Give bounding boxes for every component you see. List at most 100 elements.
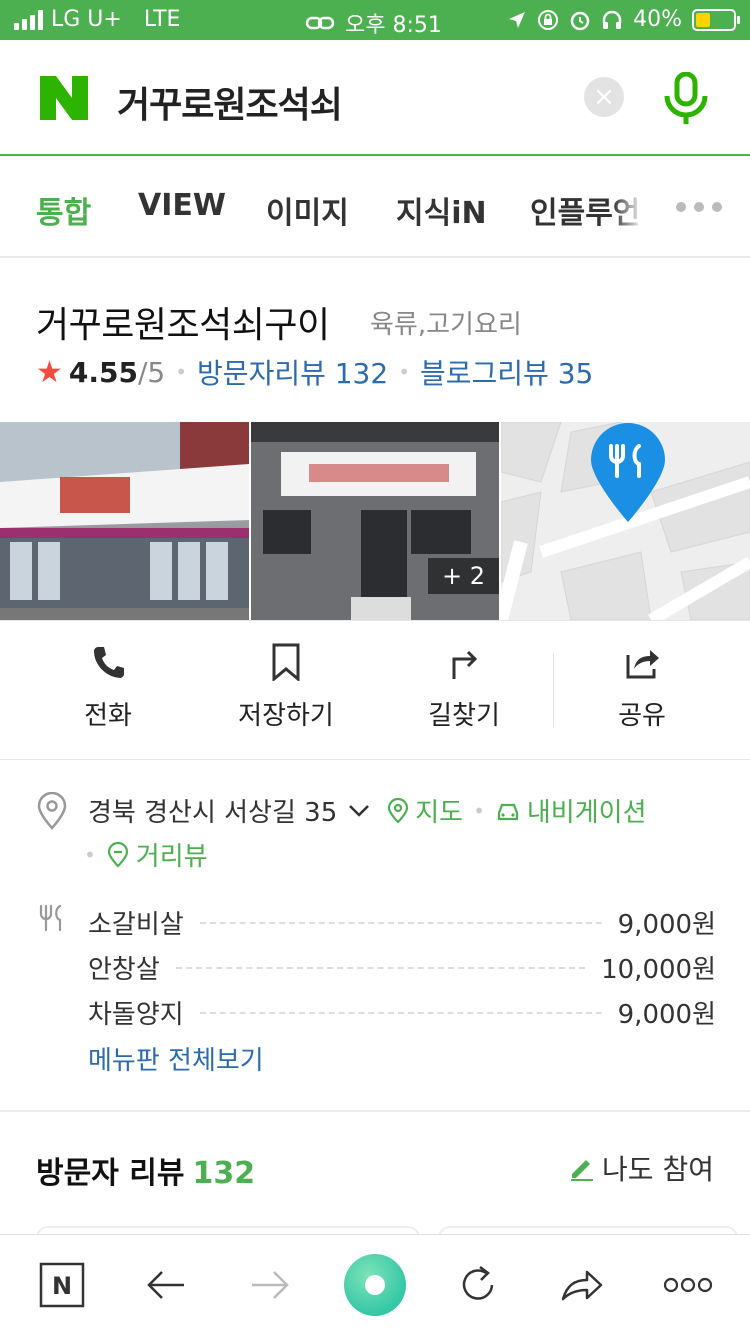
participate-label: 나도 참여 [602,1153,714,1186]
menu-list: 소갈비살 9,000원 안창살 10,000원 차돌양지 9,000원 [36,900,716,1035]
naver-logo-icon[interactable] [40,76,88,120]
microphone-icon[interactable] [662,72,710,126]
save-button[interactable]: 저장하기 [196,643,376,732]
green-dot-button[interactable] [344,1254,406,1316]
more-options-button[interactable] [656,1255,720,1315]
carrier-label: LG U+ [51,7,122,32]
status-bar: LG U+ LTE 오후 8:51 40% [0,0,750,40]
bookmark-icon [272,643,300,683]
location-arrow-icon [509,11,526,28]
review-title-text: 방문자 리뷰 [36,1156,185,1191]
menu-item[interactable]: 소갈비살 9,000원 [36,900,716,945]
menu-leader [199,1011,602,1014]
share-label: 공유 [618,701,666,731]
rotation-lock-icon [538,9,559,30]
participate-button[interactable]: 나도 참여 [568,1148,714,1188]
rating-value: 4.55 [68,355,138,389]
photo-strip: + 2 [0,422,750,620]
arrow-left-icon [147,1271,184,1299]
naver-home-button[interactable]: N [32,1255,92,1315]
streetview-icon [107,841,128,868]
battery-icon [692,8,740,31]
share-page-button[interactable] [552,1255,612,1315]
network-label: LTE [143,7,181,32]
back-button[interactable] [136,1255,196,1315]
link-icon [305,16,335,30]
tab-influencer[interactable]: 인플루언 [530,188,640,232]
storefront-photo[interactable] [0,422,249,620]
map-pin-icon [388,797,409,824]
browser-toolbar: N [0,1234,750,1334]
tab-images[interactable]: 이미지 [266,188,349,232]
share-arrow-icon [561,1270,603,1301]
tab-view[interactable]: VIEW [138,188,226,223]
streetview-link[interactable]: 거리뷰 [136,836,208,873]
car-icon [497,803,518,820]
place-title[interactable]: 거꾸로원조석쇠구이 [36,296,330,348]
menu-item[interactable]: 차돌양지 9,000원 [36,990,716,1035]
share-button[interactable]: 공유 [552,643,732,732]
action-bar: 전화 저장하기 길찾기 공유 [0,620,750,760]
directions-button[interactable]: 길찾기 [374,643,554,732]
clock: 오후 8:51 [345,13,442,38]
refresh-icon [462,1266,494,1300]
blog-reviews-link[interactable]: 블로그리뷰 35 [420,352,593,392]
clear-search-button[interactable]: × [584,77,624,117]
menu-item-name: 안창살 [88,955,160,985]
forward-button[interactable] [240,1255,300,1315]
view-full-menu-link[interactable]: 메뉴판 전체보기 [88,1040,264,1077]
location-pin-icon [37,792,67,830]
search-input[interactable]: 거꾸로원조석쇠 [117,76,343,128]
separator-dot: • [84,842,96,867]
chevron-down-icon[interactable] [347,803,371,819]
menu-item-name: 차돌양지 [88,1000,184,1030]
menu-leader [199,921,602,924]
visitor-review-heading: 방문자 리뷰 132 [36,1148,255,1192]
entrance-photo[interactable]: + 2 [251,422,499,620]
menu-item-price: 9,000원 [617,910,716,940]
menu-item[interactable]: 안창살 10,000원 [36,945,716,990]
rating-max: /5 [138,355,166,389]
star-icon: ★ [36,354,63,390]
call-button[interactable]: 전화 [18,643,198,732]
alarm-icon [570,11,590,30]
visitor-reviews-link[interactable]: 방문자리뷰 132 [197,352,388,392]
share-icon [626,650,659,679]
map-thumbnail[interactable] [501,422,750,620]
place-category: 육류,고기요리 [370,310,522,340]
menu-item-name: 소갈비살 [88,910,184,940]
menu-item-price: 10,000원 [601,955,716,985]
tab-integrated[interactable]: 통합 [36,188,91,232]
more-photos-badge[interactable]: + 2 [427,558,499,594]
directions-label: 길찾기 [428,701,500,731]
phone-icon [94,647,124,678]
svg-text:N: N [52,1272,72,1300]
search-bar: 거꾸로원조석쇠 × [0,40,750,156]
arrow-right-icon [252,1271,289,1299]
more-tabs-icon[interactable] [676,202,722,212]
directions-icon [452,650,478,679]
navigation-link[interactable]: 내비게이션 [527,792,647,829]
call-label: 전화 [84,701,132,731]
naver-n-icon: N [39,1262,85,1308]
more-dots-icon [663,1277,713,1293]
map-link[interactable]: 지도 [415,792,463,829]
refresh-button[interactable] [448,1255,508,1315]
battery-percent: 40% [633,7,682,32]
save-label: 저장하기 [238,701,334,731]
menu-item-price: 9,000원 [617,1000,716,1030]
headphones-icon [602,10,622,29]
review-count: 132 [192,1156,256,1191]
section-divider [0,1110,750,1112]
address-text[interactable]: 경북 경산시 서상길 35 [88,792,337,829]
rating-row: ★ 4.55 /5 • 방문자리뷰 132 • 블로그리뷰 35 [36,352,593,392]
pencil-icon [571,1160,594,1181]
tab-knowledge-in[interactable]: 지식iN [396,188,487,232]
restaurant-pin-icon [591,423,665,522]
separator-dot: • [175,360,188,384]
separator-dot: • [398,360,410,384]
menu-leader [175,966,586,969]
signal-icon [14,9,43,30]
separator-dot: • [473,798,485,823]
search-tabs: 통합 VIEW 이미지 지식iN 인플루언 [0,158,750,258]
